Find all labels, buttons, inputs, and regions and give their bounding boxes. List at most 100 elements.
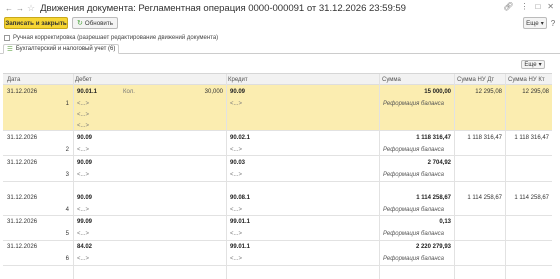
col-header-date[interactable]: Дата [7,77,20,83]
cell-row-number: 4 [65,207,69,213]
arrow-right-icon[interactable]: → [16,4,24,13]
row-divider [3,215,552,216]
nav-buttons: ← → [5,4,24,13]
cell-debit-account[interactable]: 90.09 [77,135,92,142]
cell-description: Реформация баланса [383,147,444,153]
col-header-debit[interactable]: Дебет [75,77,92,83]
cell-debit-account[interactable]: 99.09 [77,219,92,226]
cell-credit-account[interactable]: 99.01.1 [230,219,250,226]
refresh-label: Обновить [84,19,113,27]
page-title: Движения документа: Регламентная операци… [40,3,406,14]
column-divider [73,74,74,279]
cell-debit-account[interactable]: 90.01.1 [77,89,97,96]
cell-debit-qty: 30,000 [204,89,223,95]
cell-nu-kt: 1 118 316,47 [514,135,549,141]
cell-description: Реформация баланса [383,207,444,213]
cell-credit-subconto[interactable]: <...> [230,101,242,108]
chevron-down-icon: ▾ [540,19,544,27]
toolbar: Записать и закрыть ↻ Обновить Еще ▾ ? [4,17,556,30]
window-controls: 🔗︎ ⋮ □ ✕ [503,3,554,11]
column-divider [505,74,506,279]
row-divider [3,181,552,182]
column-divider [454,74,455,279]
window-titlebar: ← → ☆ Движения документа: Регламентная о… [0,0,560,17]
cell-credit-account[interactable]: 90.09 [230,89,245,96]
cell-description: Реформация баланса [383,101,444,107]
cell-credit-subconto[interactable]: <...> [230,147,242,154]
more-button[interactable]: Еще ▾ [523,17,547,29]
row-divider [3,265,552,266]
save-and-close-button[interactable]: Записать и закрыть [4,17,68,29]
cell-nu-dt: 12 295,08 [475,89,502,95]
cell-amount: 2 704,92 [427,160,451,166]
cell-row-number: 6 [65,256,69,262]
close-icon[interactable]: ✕ [547,3,554,11]
col-header-credit[interactable]: Кредит [228,77,248,83]
ledger-icon: ☰ [7,46,13,53]
cell-debit-subconto[interactable]: <...> [77,101,89,108]
cell-credit-subconto[interactable]: <...> [230,172,242,179]
col-header-nu-kt[interactable]: Сумма НУ Кт [508,77,545,83]
help-button[interactable]: ? [549,17,557,29]
column-divider [226,74,227,279]
manual-edit-label: Ручная корректировка (разрешает редактир… [13,35,219,41]
col-header-nu-dt[interactable]: Сумма НУ Дт [457,77,494,83]
cell-credit-subconto[interactable]: <...> [230,256,242,263]
chevron-down-icon: ▾ [538,62,542,68]
cell-description: Реформация баланса [383,256,444,262]
maximize-icon[interactable]: □ [535,3,540,11]
cell-date: 31.12.2026 [7,195,38,201]
cell-nu-dt: 1 118 316,47 [467,135,502,141]
cell-debit-subconto[interactable]: <...> [77,207,89,214]
cell-debit-qty-label: Кол. [123,89,135,95]
manual-edit-row: Ручная корректировка (разрешает редактир… [4,34,218,42]
cell-debit-subconto[interactable]: <...> [77,123,89,130]
cell-debit-subconto[interactable]: <...> [77,172,89,179]
col-header-amount[interactable]: Сумма [382,77,401,83]
arrow-left-icon[interactable]: ← [5,4,13,13]
manual-edit-checkbox[interactable] [4,35,10,41]
more-label: Еще [524,61,537,68]
link-icon[interactable]: 🔗︎ [503,3,513,11]
cell-debit-account[interactable]: 90.09 [77,195,92,202]
kebab-menu-icon[interactable]: ⋮ [520,3,528,11]
cell-description: Реформация баланса [383,172,444,178]
cell-date: 31.12.2026 [7,244,38,250]
cell-credit-subconto[interactable]: <...> [230,231,242,238]
cell-description: Реформация баланса [383,231,444,237]
tab-accounting[interactable]: ☰ Бухгалтерский и налоговый учет (6) [3,44,119,54]
row-divider [3,130,552,131]
movements-table: Дата Дебет Кредит Сумма Сумма НУ Дт Сумм… [3,73,552,279]
refresh-icon: ↻ [77,20,83,27]
cell-debit-subconto[interactable]: <...> [77,147,89,154]
cell-debit-subconto[interactable]: <...> [77,112,89,119]
cell-credit-account[interactable]: 90.02.1 [230,135,250,142]
star-icon[interactable]: ☆ [27,3,35,14]
cell-amount: 0,13 [439,219,451,225]
cell-nu-kt: 1 114 258,67 [514,195,549,201]
cell-credit-account[interactable]: 90.08.1 [230,195,250,202]
cell-nu-dt: 1 114 258,67 [467,195,502,201]
cell-row-number: 3 [65,172,69,178]
cell-debit-account[interactable]: 90.09 [77,160,92,167]
cell-date: 31.12.2026 [7,89,38,95]
row-divider [3,240,552,241]
cell-credit-account[interactable]: 90.03 [230,160,245,167]
cell-debit-subconto[interactable]: <...> [77,256,89,263]
table-header: Дата Дебет Кредит Сумма Сумма НУ Дт Сумм… [3,74,552,85]
refresh-button[interactable]: ↻ Обновить [72,17,118,29]
row-divider [3,155,552,156]
cell-date: 31.12.2026 [7,135,38,141]
cell-date: 31.12.2026 [7,219,38,225]
cell-credit-account[interactable]: 99.01.1 [230,244,250,251]
tab-label: Бухгалтерский и налоговый учет (6) [15,46,116,52]
cell-debit-subconto[interactable]: <...> [77,231,89,238]
cell-row-number: 1 [65,101,69,107]
more-label: Еще [526,19,539,27]
cell-credit-subconto[interactable]: <...> [230,207,242,214]
cell-amount: 2 220 279,93 [415,244,451,250]
cell-amount: 1 114 258,67 [416,195,451,201]
column-divider [379,74,380,279]
table-more-button[interactable]: Еще ▾ [521,60,545,69]
cell-debit-account[interactable]: 84.02 [77,244,92,251]
